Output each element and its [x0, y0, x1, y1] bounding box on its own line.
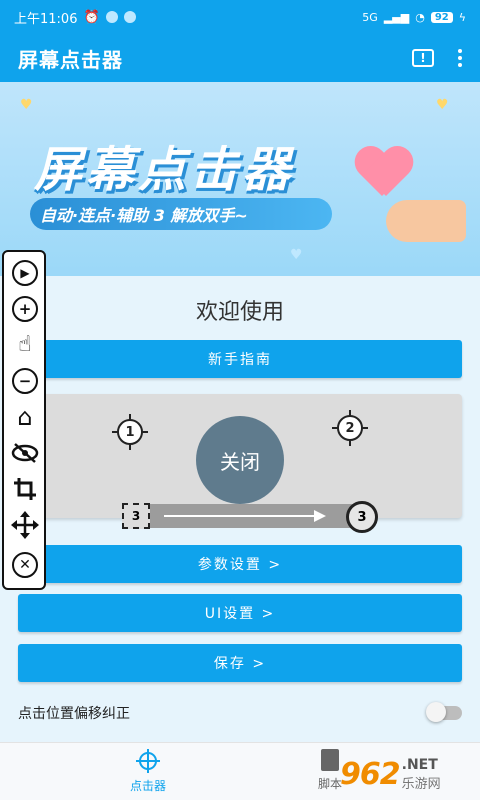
notification-icon: [105, 11, 118, 23]
hand-illustration: [386, 200, 466, 242]
status-time: 上午11:06: [14, 11, 78, 27]
offset-correction-label: 点击位置偏移纠正: [18, 706, 130, 722]
watermark-logo: 962 .NET 乐游网: [340, 756, 441, 792]
move-icon[interactable]: [10, 510, 40, 540]
feedback-icon[interactable]: !: [412, 49, 434, 67]
alarm-icon: ⏰: [83, 9, 100, 25]
swipe-start-handle[interactable]: 3: [122, 503, 150, 529]
close-button[interactable]: 关闭: [196, 416, 284, 504]
close-icon[interactable]: ✕: [10, 550, 40, 580]
heart-decoration-icon: ♥: [20, 97, 33, 113]
banner-tagline: 自动·连点·辅助 3 解放双手~: [30, 198, 332, 230]
play-icon[interactable]: ▶: [10, 258, 40, 288]
offset-correction-row: 点击位置偏移纠正: [18, 700, 462, 726]
nav-item-label: 点击器: [129, 779, 166, 793]
tap-target-2[interactable]: 2: [332, 410, 368, 446]
notification-icon: [123, 11, 136, 23]
status-bar: 上午11:06 ⏰ 5G ▂▄▆ ◔ 92 ϟ: [0, 0, 480, 34]
promo-banner: ♥ ♥ ♥ 屏幕点击器 自动·连点·辅助 3 解放双手~: [0, 82, 480, 276]
home-icon[interactable]: ⌂: [10, 402, 40, 432]
floating-toolbar[interactable]: ▶ + ☝ − ⌂ ✕: [2, 250, 46, 590]
more-menu-icon[interactable]: [458, 49, 462, 67]
tap-hand-icon[interactable]: ☝: [10, 330, 40, 360]
wifi-icon: ◔: [415, 10, 425, 24]
guide-button[interactable]: 新手指南: [18, 340, 462, 378]
ui-settings-button[interactable]: UI设置 >: [18, 594, 462, 632]
swipe-arrow-icon: [164, 510, 326, 522]
heart-decoration-icon: ♥: [290, 247, 303, 263]
offset-correction-toggle[interactable]: [426, 702, 462, 722]
signal-icon: ▂▄▆: [383, 10, 410, 24]
add-icon[interactable]: +: [10, 294, 40, 324]
banner-title: 屏幕点击器: [34, 142, 295, 198]
network-label: 5G: [362, 10, 378, 24]
crop-icon[interactable]: [10, 474, 40, 504]
hide-icon[interactable]: [10, 438, 40, 468]
nav-item-label: 脚本: [317, 777, 342, 791]
swipe-end-handle[interactable]: 3: [346, 501, 378, 533]
welcome-heading: 欢迎使用: [195, 300, 284, 325]
heart-decoration-icon: ♥: [436, 97, 449, 113]
remove-icon[interactable]: −: [10, 366, 40, 396]
charging-icon: ϟ: [458, 10, 466, 24]
save-button[interactable]: 保存 >: [18, 644, 462, 682]
params-settings-button[interactable]: 参数设置 >: [18, 545, 462, 583]
nav-item-clicker[interactable]: 点击器: [118, 749, 178, 794]
tap-target-1[interactable]: 1: [112, 414, 148, 450]
app-title: 屏幕点击器: [18, 47, 123, 72]
heart-illustration-icon: [356, 148, 412, 204]
document-icon: [321, 749, 339, 771]
app-bar: 屏幕点击器 !: [0, 34, 480, 82]
crosshair-icon: [136, 749, 160, 773]
battery-indicator: 92: [430, 11, 453, 23]
